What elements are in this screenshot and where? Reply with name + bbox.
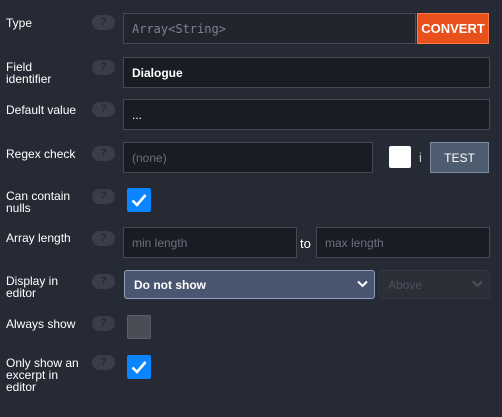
default-value-label: Default value bbox=[6, 103, 77, 117]
always-show-label: Always show bbox=[6, 317, 76, 331]
help-icon[interactable]: ? bbox=[92, 355, 115, 370]
checkmark-icon bbox=[131, 194, 147, 207]
min-length-placeholder: min length bbox=[132, 235, 188, 250]
default-value-value: ... bbox=[132, 107, 143, 122]
regex-placeholder: (none) bbox=[132, 150, 167, 165]
excerpt-label: Only show an excerpt in editor bbox=[6, 357, 79, 393]
can-contain-nulls-checkbox[interactable] bbox=[127, 188, 151, 212]
help-icon[interactable]: ? bbox=[92, 102, 115, 117]
display-mode-value: Do not show bbox=[134, 277, 206, 292]
excerpt-checkbox[interactable] bbox=[127, 355, 151, 379]
display-position-select: Above bbox=[378, 270, 490, 299]
regex-flag-checkbox[interactable] bbox=[389, 146, 411, 168]
help-icon[interactable]: ? bbox=[92, 60, 115, 75]
checkmark-icon bbox=[131, 361, 147, 374]
help-icon[interactable]: ? bbox=[92, 15, 115, 30]
regex-input[interactable]: (none) bbox=[123, 142, 373, 173]
type-input[interactable]: Array<String> bbox=[123, 13, 416, 44]
help-icon[interactable]: ? bbox=[92, 274, 115, 289]
min-length-input[interactable]: min length bbox=[123, 227, 297, 258]
help-icon[interactable]: ? bbox=[92, 316, 115, 331]
display-position-value: Above bbox=[388, 277, 423, 292]
excerpt-label-line3: editor bbox=[6, 380, 37, 394]
test-button[interactable]: TEST bbox=[430, 142, 489, 173]
type-value: Array<String> bbox=[132, 21, 226, 36]
always-show-checkbox[interactable] bbox=[127, 315, 151, 339]
chevron-down-icon bbox=[357, 280, 368, 288]
convert-button[interactable]: CONVERT bbox=[417, 13, 489, 44]
info-icon[interactable]: i bbox=[419, 150, 422, 165]
type-label: Type bbox=[6, 16, 33, 30]
field-identifier-label-line2: identifier bbox=[6, 72, 52, 86]
range-separator: to bbox=[300, 236, 311, 251]
display-in-editor-label-line2: editor bbox=[6, 286, 37, 300]
can-contain-nulls-label: Can contain nulls bbox=[6, 190, 70, 214]
max-length-input[interactable]: max length bbox=[316, 227, 490, 258]
display-mode-select[interactable]: Do not show bbox=[124, 270, 375, 299]
default-value-input[interactable]: ... bbox=[123, 99, 490, 130]
regex-check-label: Regex check bbox=[6, 147, 76, 161]
field-identifier-value: Dialogue bbox=[132, 65, 183, 80]
field-identifier-label: Field identifier bbox=[6, 61, 51, 85]
can-contain-nulls-label-line2: nulls bbox=[6, 201, 31, 215]
help-icon[interactable]: ? bbox=[92, 189, 115, 204]
chevron-down-icon bbox=[472, 280, 483, 288]
help-icon[interactable]: ? bbox=[92, 231, 115, 246]
field-identifier-input[interactable]: Dialogue bbox=[123, 57, 490, 88]
max-length-placeholder: max length bbox=[325, 235, 384, 250]
array-length-label: Array length bbox=[6, 231, 71, 245]
display-in-editor-label: Display in editor bbox=[6, 275, 58, 299]
help-icon[interactable]: ? bbox=[92, 146, 115, 161]
